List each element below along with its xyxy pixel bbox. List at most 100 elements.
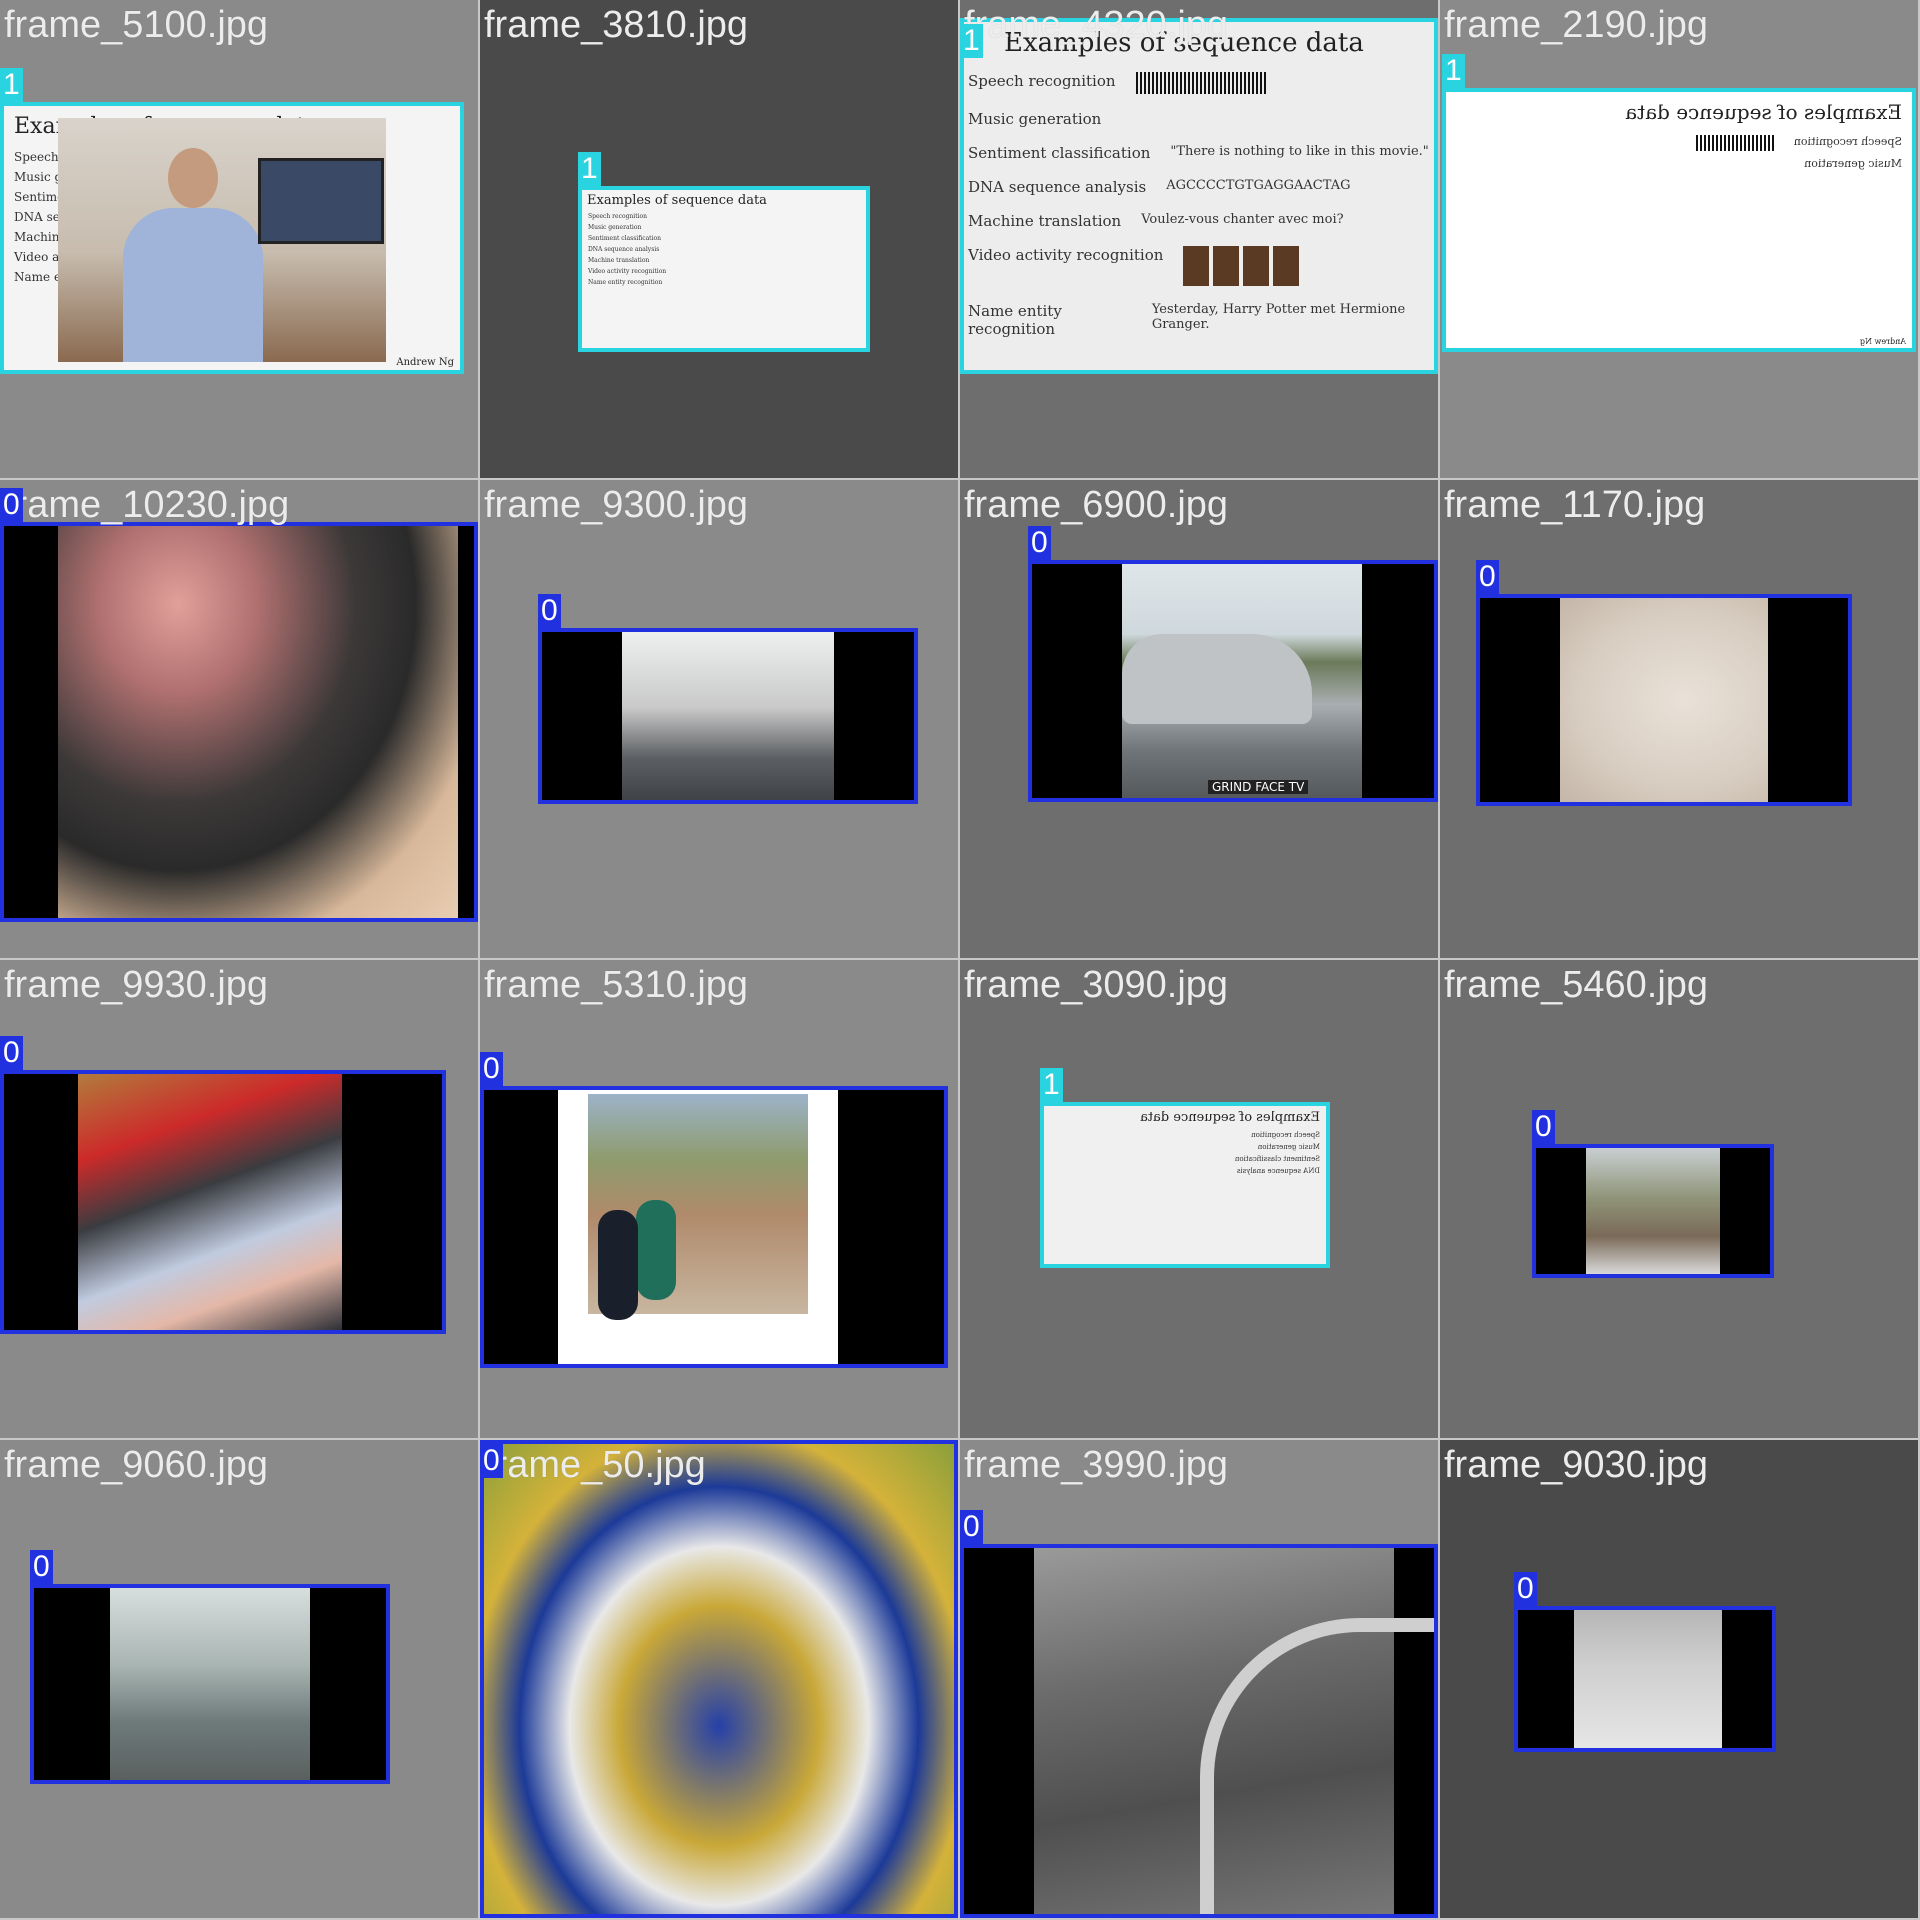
slide-row: Name entity recognition Yesterday, Harry … <box>964 294 1434 346</box>
slide-row: Sentiment classification "There is nothin… <box>964 136 1434 170</box>
video-frame <box>542 632 914 800</box>
slide-row: Machine translation <box>588 257 650 264</box>
slide-author: Andrew Ng <box>1859 337 1906 346</box>
detection-box: 0 <box>480 1440 958 1918</box>
slide-row: Music generation <box>968 110 1102 128</box>
slide-title: Examples of sequence data <box>1625 100 1902 124</box>
tile-filename: frame_50.jpg <box>484 1444 706 1486</box>
class-label: 0 <box>1514 1572 1537 1606</box>
tile-frame-4320: frame_4320.jpg 1 Examples of sequence da… <box>960 0 1438 478</box>
slide-row: Music generation <box>1804 157 1902 170</box>
tile-frame-5460: frame_5460.jpg 0 <box>1440 960 1918 1438</box>
tile-filename: frame_9930.jpg <box>4 964 269 1006</box>
class-label: 0 <box>1532 1110 1555 1144</box>
video-frame <box>1536 1148 1770 1274</box>
tile-frame-3810: frame_3810.jpg 1 Examples of sequence da… <box>480 0 958 478</box>
detection-box: 0 <box>960 1510 1438 1918</box>
class-label: 0 <box>30 1550 53 1584</box>
detection-box: 0 GRIND FACE TV <box>1028 526 1438 802</box>
tile-frame-9060: frame_9060.jpg 0 <box>0 1440 478 1918</box>
video-frame <box>1480 598 1848 802</box>
video-frame <box>964 1548 1434 1914</box>
waveform-icon <box>1135 72 1266 94</box>
detection-box: 0 <box>1514 1572 1776 1752</box>
detection-box: 0 <box>0 1036 446 1334</box>
tile-filename: frame_2190.jpg <box>1444 4 1709 46</box>
slide-title: Examples of sequence data <box>587 193 767 208</box>
tile-filename: frame_4320.jpg <box>964 4 1229 46</box>
slide-row-label: Speech recognition <box>968 72 1116 90</box>
class-label: 0 <box>0 488 23 522</box>
parking-scene <box>1034 1548 1434 1914</box>
tile-frame-9930: frame_9930.jpg 0 <box>0 960 478 1438</box>
presenter-photo <box>58 118 386 362</box>
class-label: 0 <box>0 1036 23 1070</box>
blurred-scene <box>58 526 458 918</box>
slide-image-mirrored: Examples of sequence data Speech recogni… <box>1044 1106 1326 1264</box>
yard-scene <box>1586 1148 1720 1274</box>
detection-box: 0 <box>1532 1110 1774 1278</box>
tile-filename: frame_3090.jpg <box>964 964 1229 1006</box>
slide-row-label: Speech recognition <box>1793 135 1902 148</box>
detection-box: 1 Examples of sequence data Speech recog… <box>0 68 464 374</box>
tile-frame-9030: frame_9030.jpg 0 <box>1440 1440 1918 1918</box>
tile-filename: frame_3990.jpg <box>964 1444 1229 1486</box>
tile-filename: frame_1170.jpg <box>1444 484 1706 526</box>
tile-frame-3090: frame_3090.jpg 1 Examples of sequence da… <box>960 960 1438 1438</box>
slide-row: Sentiment classification <box>1234 1155 1320 1163</box>
street-scene: @ItsOnMee <box>558 1090 838 1364</box>
slide-image: Examples of sequence data Speech recogni… <box>582 190 866 348</box>
video-thumbnails <box>1183 246 1304 286</box>
fight-scene <box>78 1074 342 1330</box>
slide-image: Examples of sequence data Speech recogni… <box>4 106 460 370</box>
office-scene <box>110 1588 310 1780</box>
tile-filename: frame_9300.jpg <box>484 484 749 526</box>
class-label: 0 <box>1028 526 1051 560</box>
slide-row: Name entity recognition <box>588 279 663 286</box>
detection-box: 1 Examples of sequence data Speech recog… <box>1040 1068 1330 1268</box>
detection-box: 0 @ItsOnMee <box>480 1052 948 1368</box>
slide-quote: "There is nothing to like in this movie.… <box>1170 144 1429 159</box>
waveform-icon <box>1693 135 1774 151</box>
detection-box: 0 <box>0 488 478 922</box>
car-scene: GRIND FACE TV <box>1122 564 1362 798</box>
tile-filename: frame_6900.jpg <box>964 484 1229 526</box>
class-label: 1 <box>0 68 23 102</box>
slide-title: Examples of sequence data <box>1140 1110 1320 1125</box>
video-frame <box>4 526 474 918</box>
tile-filename: frame_5460.jpg <box>1444 964 1709 1006</box>
slide-hp: Yesterday, Harry Potter met Hermione Gra… <box>1151 302 1406 332</box>
slide-row-label: Sentiment classification <box>968 144 1151 162</box>
slide-row: Sentiment classification <box>588 235 661 242</box>
slide-row-label: Machine translation <box>968 212 1122 230</box>
beige-scene <box>1560 598 1768 802</box>
slide-fr: Voulez-vous chanter avec moi? <box>1141 212 1344 227</box>
tile-frame-9300: frame_9300.jpg 0 <box>480 480 958 958</box>
tile-filename: frame_5310.jpg <box>484 964 749 1006</box>
slide-row: Video activity recognition <box>588 268 667 275</box>
class-label: 0 <box>538 594 561 628</box>
class-label: 1 <box>578 152 601 186</box>
watermark: GRIND FACE TV <box>1208 780 1309 794</box>
office-scene <box>622 632 834 800</box>
tile-filename: frame_9030.jpg <box>1444 1444 1709 1486</box>
slide-image-mirrored: Examples of sequence data Speech recogni… <box>1446 92 1912 348</box>
class-label: 0 <box>480 1052 503 1086</box>
class-label: 1 <box>1040 1068 1063 1102</box>
snow-scene <box>1574 1610 1722 1748</box>
slide-dna: AGCCCCTGTGAGGAACTAG <box>1166 178 1351 193</box>
tile-filename: frame_10230.jpg <box>4 484 290 526</box>
tile-filename: frame_5100.jpg <box>4 4 269 46</box>
slide-row: DNA sequence analysis <box>588 246 660 253</box>
slide-row: Machine translation Voulez-vous chanter a… <box>964 204 1434 238</box>
tile-frame-3990: frame_3990.jpg 0 <box>960 1440 1438 1918</box>
tile-frame-5310: frame_5310.jpg 0 @ItsOnMee <box>480 960 958 1438</box>
class-label: 1 <box>1442 54 1465 88</box>
detection-box: 1 Examples of sequence data Speech recog… <box>960 18 1438 374</box>
tile-frame-1170: frame_1170.jpg 0 <box>1440 480 1918 958</box>
tile-frame-5100: frame_5100.jpg 1 Examples of sequence da… <box>0 0 478 478</box>
detection-box: 0 <box>1476 560 1852 806</box>
slide-row: Video activity recognition <box>964 238 1434 294</box>
football-scene <box>484 1444 954 1914</box>
slide-row-label: DNA sequence analysis <box>968 178 1147 196</box>
